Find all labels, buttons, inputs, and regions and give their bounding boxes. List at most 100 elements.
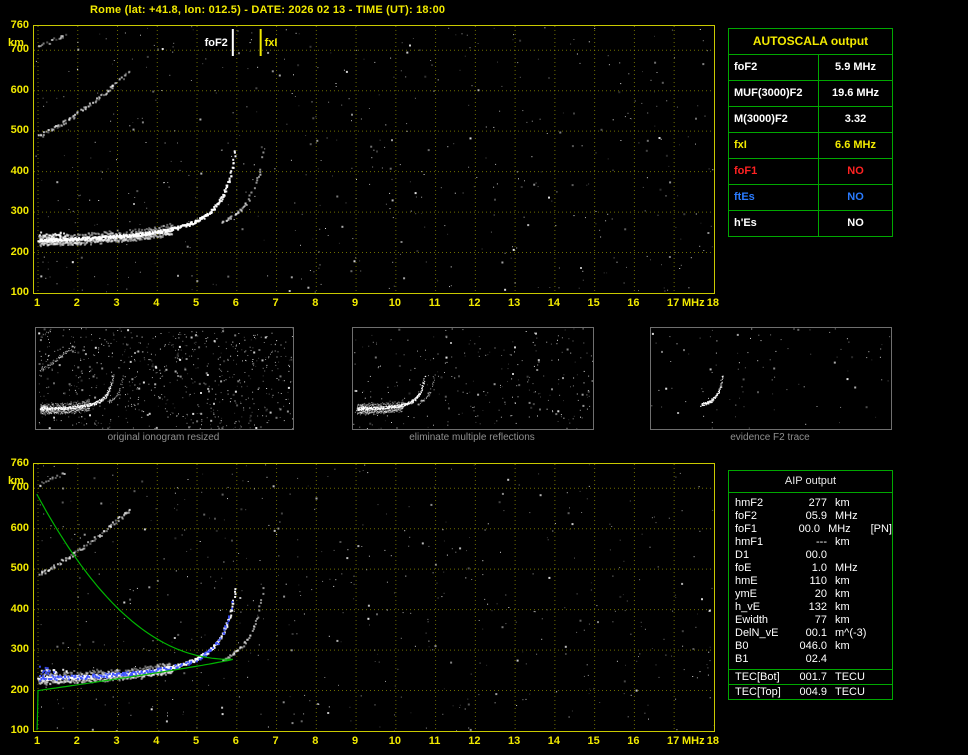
aip-row-label: ymE [735, 588, 757, 600]
y-tick-label: 400 [10, 164, 29, 177]
y-tick-label: 600 [10, 521, 29, 534]
autoscala-row-label: foF1 [729, 159, 819, 184]
autoscala-row-label: h'Es [729, 211, 819, 236]
autoscala-row-value: NO [847, 165, 864, 177]
aip-row-unit: km [835, 575, 850, 587]
autoscala-row-value: 5.9 MHz [835, 61, 876, 73]
aip-row-value: --- [816, 536, 827, 548]
x-tick-label: 9 [352, 297, 359, 309]
autoscala-screen: Rome (lat: +41.8, lon: 012.5) - DATE: 20… [0, 0, 968, 755]
y-tick-label: 300 [10, 643, 29, 656]
aip-row-label: D1 [735, 549, 750, 561]
aip-row-label: h_vE [735, 601, 761, 613]
x-tick-label: 2 [73, 735, 80, 747]
aip-row-unit: km [835, 614, 850, 626]
autoscala-row-value: 6.6 MHz [835, 139, 876, 151]
aip-row: hmF1 --- km [729, 536, 892, 549]
aip-row-value: 00.0 [798, 523, 821, 535]
x-tick-label: 15 [587, 297, 600, 309]
aip-row-value: 77 [814, 614, 827, 626]
x-tick-label: 3 [113, 297, 120, 309]
x-tick-label: 2 [73, 297, 80, 309]
aip-row-value: 02.4 [805, 653, 827, 665]
aip-row-label: hmF1 [735, 536, 764, 548]
aip-row-unit: MHz [828, 523, 851, 535]
aip-row-unit: km [835, 588, 850, 600]
autoscala-table-rows: foF2 5.9 MHz MUF(3000)F2 19.6 MHz M(3000)F2 3… [729, 55, 892, 236]
aip-tec-rows: TEC[Bot] 001.7 TECU TEC[Top] 004.9 TECU [729, 669, 892, 699]
aip-row-unit: m^(-3) [835, 627, 867, 639]
x-tick-label: 15 [587, 735, 600, 747]
y-tick-label: 500 [10, 562, 29, 575]
aip-row: h_vE 132 km [729, 601, 892, 614]
main-ionogram-plot: foF2 fxI [33, 25, 715, 294]
x-tick-label: 5 [192, 735, 200, 747]
y-tick-label: 600 [10, 83, 29, 96]
autoscala-row: MUF(3000)F2 19.6 MHz [729, 81, 892, 107]
aip-row-label: hmF2 [735, 497, 764, 509]
x-tick-label: 7 [272, 735, 279, 747]
aip-row-label: foF2 [735, 510, 758, 522]
x-tick-label: 5 [192, 297, 200, 309]
thumbnail-original-ionogram [35, 327, 294, 431]
page-title: Rome (lat: +41.8, lon: 012.5) - DATE: 20… [90, 4, 446, 16]
restored-ionogram-plot [33, 463, 715, 733]
svg-text:fxI: fxI [265, 37, 278, 49]
aip-row-label: foE [735, 562, 752, 574]
autoscala-row-label: M(3000)F2 [729, 107, 819, 132]
aip-row-unit: km [835, 640, 850, 652]
aip-row-value: 00.1 [805, 627, 827, 639]
x-tick-label: 17 [667, 735, 680, 747]
aip-row: ymE 20 km [729, 588, 892, 601]
autoscala-table-header: AUTOSCALA output [729, 29, 892, 55]
thumbnail-caption-f2trace: evidence F2 trace [730, 432, 810, 443]
aip-row: DelN_vE 00.1 m^(-3) [729, 627, 892, 640]
autoscala-row: ftEs NO [729, 185, 892, 211]
x-tick-label: 9 [352, 735, 359, 747]
aip-row-unit: MHz [835, 510, 858, 522]
x-tick-label: 16 [627, 735, 640, 747]
x-tick-label: 7 [272, 297, 279, 309]
aip-row-value: 20 [814, 588, 827, 600]
aip-row: hmF2 277 km [729, 497, 892, 510]
y-tick-label: 200 [10, 245, 29, 258]
thumbnail-caption-multiples: eliminate multiple reflections [409, 432, 535, 443]
aip-row: foE 1.0 MHz [729, 562, 892, 575]
aip-table-header: AIP output [729, 471, 892, 493]
x-tick-label: 8 [312, 297, 319, 309]
autoscala-row-label: MUF(3000)F2 [729, 81, 819, 106]
x-tick-label: 1 [33, 297, 41, 309]
aip-tec-label: TEC[Top] [735, 686, 781, 698]
autoscala-row-label: ftEs [729, 185, 819, 210]
aip-tec-value: 004.9 [799, 686, 827, 698]
aip-row-label: foF1 [735, 523, 758, 535]
x-tick-label: 4 [153, 297, 160, 309]
aip-row-unit: km [835, 536, 850, 548]
x-tick-label: 8 [312, 735, 319, 747]
aip-row-value: 132 [808, 601, 827, 613]
x-tick-label: 10 [388, 297, 401, 309]
x-tick-label: 3 [113, 735, 120, 747]
autoscala-row-label: foF2 [729, 55, 819, 80]
aip-row: B1 02.4 [729, 653, 892, 666]
aip-row: foF1 00.0 MHz [PN] [729, 523, 892, 536]
aip-row-value: 110 [809, 575, 827, 587]
autoscala-row: foF1 NO [729, 159, 892, 185]
y-tick-label: 700 [10, 481, 29, 494]
y-tick-label: 500 [10, 124, 29, 137]
autoscala-row-value: NO [847, 217, 864, 229]
aip-row-label: DelN_vE [735, 627, 779, 639]
x-tick-label: 18 [706, 735, 720, 747]
x-tick-label: 12 [468, 735, 481, 747]
x-tick-label: 10 [388, 735, 401, 747]
aip-tec-label: TEC[Bot] [735, 671, 780, 683]
aip-row: B0 046.0 km [729, 640, 892, 653]
aip-row: foF2 05.9 MHz [729, 510, 892, 523]
y-tick-label: 200 [10, 683, 29, 696]
x-tick-label: 17 [667, 297, 680, 309]
aip-row-unit: km [835, 497, 850, 509]
x-tick-label: 6 [232, 297, 239, 309]
y-tick-label: 760 [10, 457, 29, 469]
aip-row: hmE 110 km [729, 575, 892, 588]
x-tick-label: 11 [428, 297, 441, 309]
